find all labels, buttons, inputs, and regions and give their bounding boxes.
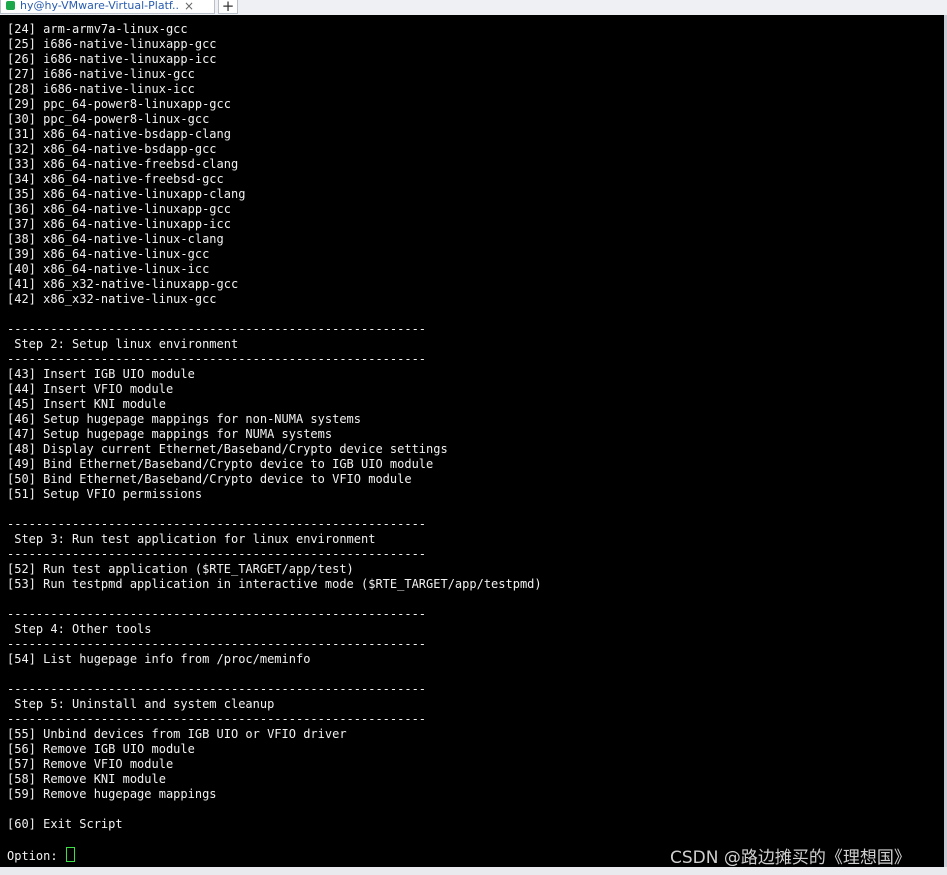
menu-option: [49] Bind Ethernet/Baseband/Crypto devic…: [7, 457, 434, 471]
menu-option: [55] Unbind devices from IGB UIO or VFIO…: [7, 727, 347, 741]
menu-option: [36] x86_64-native-linuxapp-gcc: [7, 202, 231, 216]
text-cursor[interactable]: [65, 847, 75, 862]
menu-option: [43] Insert IGB UIO module: [7, 367, 195, 381]
menu-option: [29] ppc_64-power8-linuxapp-gcc: [7, 97, 231, 111]
separator-line: ----------------------------------------…: [7, 637, 427, 651]
step-heading: Step 3: Run test application for linux e…: [7, 532, 376, 546]
separator-line: ----------------------------------------…: [7, 352, 427, 366]
menu-option: [42] x86_x32-native-linux-gcc: [7, 292, 217, 306]
separator-line: ----------------------------------------…: [7, 712, 427, 726]
menu-option: [41] x86_x32-native-linuxapp-gcc: [7, 277, 239, 291]
watermark-text: CSDN @路边摊买的《理想国》: [670, 848, 911, 868]
menu-option: [59] Remove hugepage mappings: [7, 787, 217, 801]
menu-option: [60] Exit Script: [7, 817, 123, 831]
menu-option: [57] Remove VFIO module: [7, 757, 174, 771]
menu-option: [50] Bind Ethernet/Baseband/Crypto devic…: [7, 472, 412, 486]
menu-option: [32] x86_64-native-bsdapp-gcc: [7, 142, 217, 156]
menu-option: [53] Run testpmd application in interact…: [7, 577, 542, 591]
terminal-output[interactable]: [24] arm-armv7a-linux-gcc [25] i686-nativ…: [0, 15, 947, 867]
separator-line: ----------------------------------------…: [7, 682, 427, 696]
option-prompt: Option:: [7, 847, 75, 864]
menu-option: [30] ppc_64-power8-linux-gcc: [7, 112, 210, 126]
menu-option: [24] arm-armv7a-linux-gcc: [7, 22, 188, 36]
step-heading: Step 5: Uninstall and system cleanup: [7, 697, 275, 711]
separator-line: ----------------------------------------…: [7, 607, 427, 621]
menu-option: [40] x86_64-native-linux-icc: [7, 262, 210, 276]
menu-option: [28] i686-native-linux-icc: [7, 82, 195, 96]
menu-option: [37] x86_64-native-linuxapp-icc: [7, 217, 231, 231]
menu-option: [31] x86_64-native-bsdapp-clang: [7, 127, 231, 141]
new-tab-button[interactable]: +: [218, 0, 238, 15]
menu-option: [38] x86_64-native-linux-clang: [7, 232, 224, 246]
menu-option: [46] Setup hugepage mappings for non-NUM…: [7, 412, 362, 426]
menu-option: [27] i686-native-linux-gcc: [7, 67, 195, 81]
menu-option: [54] List hugepage info from /proc/memin…: [7, 652, 311, 666]
window-bottom-border: [0, 867, 947, 875]
step-heading: Step 2: Setup linux environment: [7, 337, 239, 351]
separator-line: ----------------------------------------…: [7, 322, 427, 336]
terminal-tab[interactable]: hy@hy-VMware-Virtual-Platf... ×: [0, 0, 215, 14]
separator-line: ----------------------------------------…: [7, 517, 427, 531]
menu-option: [39] x86_64-native-linux-gcc: [7, 247, 210, 261]
close-tab-icon[interactable]: ×: [184, 0, 194, 13]
menu-option: [45] Insert KNI module: [7, 397, 166, 411]
menu-option: [47] Setup hugepage mappings for NUMA sy…: [7, 427, 333, 441]
separator-line: ----------------------------------------…: [7, 547, 427, 561]
menu-option: [48] Display current Ethernet/Baseband/C…: [7, 442, 448, 456]
session-status-icon: [6, 1, 15, 10]
menu-option: [52] Run test application ($RTE_TARGET/a…: [7, 562, 354, 576]
menu-option: [33] x86_64-native-freebsd-clang: [7, 157, 239, 171]
menu-option: [56] Remove IGB UIO module: [7, 742, 195, 756]
menu-option: [44] Insert VFIO module: [7, 382, 174, 396]
menu-option: [51] Setup VFIO permissions: [7, 487, 203, 501]
menu-option: [35] x86_64-native-linuxapp-clang: [7, 187, 246, 201]
tab-bar: hy@hy-VMware-Virtual-Platf... × +: [0, 0, 947, 16]
step-heading: Step 4: Other tools: [7, 622, 152, 636]
menu-option: [26] i686-native-linuxapp-icc: [7, 52, 217, 66]
menu-option: [25] i686-native-linuxapp-gcc: [7, 37, 217, 51]
menu-option: [58] Remove KNI module: [7, 772, 166, 786]
tab-title: hy@hy-VMware-Virtual-Platf...: [20, 0, 180, 12]
menu-option: [34] x86_64-native-freebsd-gcc: [7, 172, 224, 186]
